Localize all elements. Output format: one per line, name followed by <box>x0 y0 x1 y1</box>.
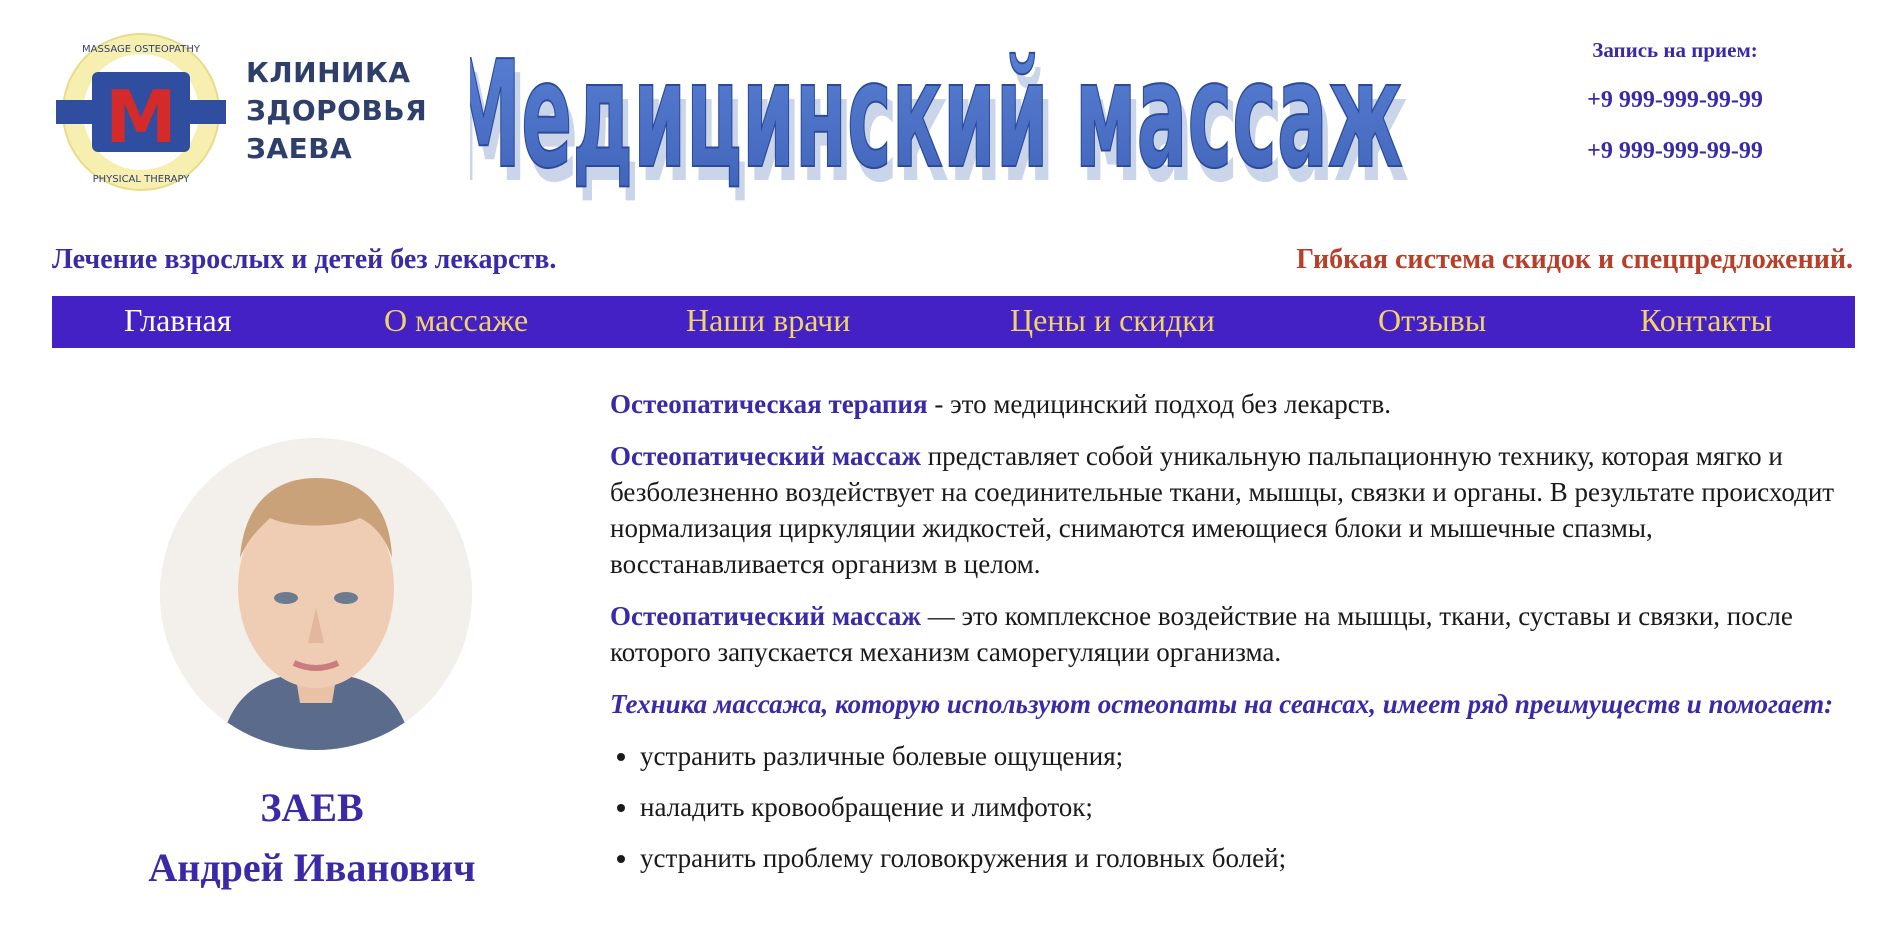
paragraph-3: Остеопатический массаж — это комплексное… <box>610 598 1850 670</box>
highlight-term: Остеопатический массаж <box>610 441 921 471</box>
appointment-block: Запись на прием: +9 999-999-99-99 +9 999… <box>1560 38 1790 189</box>
nav-item-about-massage[interactable]: О массаже <box>384 302 528 339</box>
site-title: Медицинский массаж Медицинский массаж <box>470 28 1409 216</box>
paragraph-text: - это медицинский подход без лекарств. <box>927 389 1391 419</box>
list-item: наладить кровообращение и лимфоток; <box>640 789 1850 825</box>
site-title-text: Медицинский массаж <box>470 29 1403 202</box>
main-content: Остеопатическая терапия - это медицински… <box>610 386 1850 891</box>
list-item: устранить проблему головокружения и голо… <box>640 840 1850 876</box>
benefits-list: устранить различные болевые ощущения; на… <box>610 738 1850 876</box>
highlight-term: Остеопатическая терапия <box>610 389 928 419</box>
appointment-label: Запись на прием: <box>1592 38 1758 62</box>
site-header: M MASSAGE OSTEOPATHY PHYSICAL THERAPY КЛ… <box>0 0 1895 230</box>
nav-item-home[interactable]: Главная <box>124 302 231 339</box>
clinic-name: КЛИНИКА ЗДОРОВЬЯ ЗАЕВА <box>246 54 427 168</box>
clinic-logo[interactable]: M MASSAGE OSTEOPATHY PHYSICAL THERAPY <box>56 30 226 195</box>
logo-ring-top: MASSAGE OSTEOPATHY <box>82 44 201 55</box>
main-nav: Главная О массаже Наши врачи Цены и скид… <box>52 296 1855 348</box>
tagline-right: Гибкая система скидок и спецпредложений. <box>1296 244 1853 275</box>
phone-link[interactable]: +9 999-999-99-99 <box>1560 138 1790 165</box>
nav-item-contacts[interactable]: Контакты <box>1640 302 1772 339</box>
tagline-left: Лечение взрослых и детей без лекарств. <box>52 244 557 275</box>
doctor-surname: ЗАЕВ <box>260 785 364 830</box>
phone-link[interactable]: +9 999-999-99-99 <box>1560 87 1790 114</box>
list-item: устранить различные болевые ощущения; <box>640 738 1850 774</box>
clinic-name-line: КЛИНИКА <box>246 56 411 89</box>
logo-mark: M <box>105 75 177 159</box>
nav-item-reviews[interactable]: Отзывы <box>1378 302 1486 339</box>
paragraph-1: Остеопатическая терапия - это медицински… <box>610 386 1850 422</box>
nav-item-doctors[interactable]: Наши врачи <box>686 302 850 339</box>
highlight-term: Остеопатический массаж <box>610 601 921 631</box>
benefits-intro: Техника массажа, которую используют осте… <box>610 689 1834 719</box>
clinic-name-line: ЗДОРОВЬЯ <box>246 94 428 127</box>
logo-ring-bottom: PHYSICAL THERAPY <box>93 174 191 185</box>
doctor-photo <box>160 438 472 750</box>
paragraph-2: Остеопатический массаж представляет собо… <box>610 438 1850 582</box>
nav-item-prices[interactable]: Цены и скидки <box>1010 302 1215 339</box>
clinic-name-line: ЗАЕВА <box>246 132 353 165</box>
doctor-name: Андрей Иванович <box>148 845 476 890</box>
